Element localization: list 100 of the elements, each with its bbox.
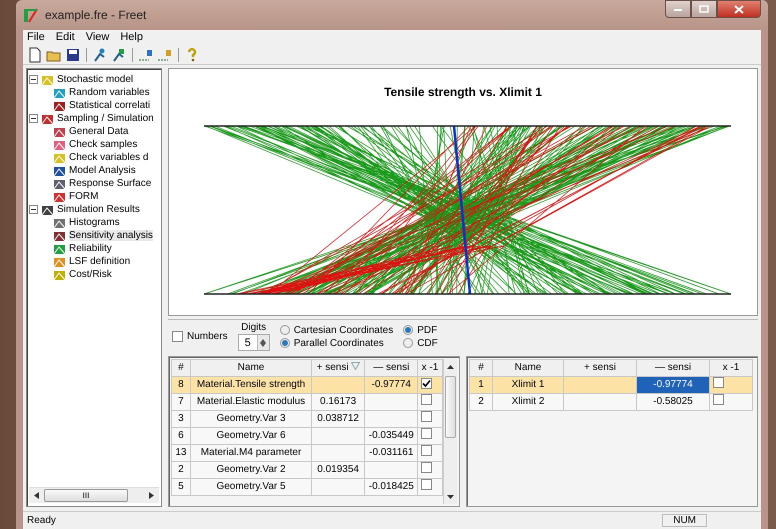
radio-label: PDF xyxy=(417,324,438,336)
minimize-icon xyxy=(673,6,683,12)
column-header[interactable]: Name xyxy=(238,362,264,373)
table-cell: -0.58025 xyxy=(636,394,710,410)
tool-icon xyxy=(53,242,66,254)
row-number: 7 xyxy=(172,394,190,410)
checkbox[interactable] xyxy=(421,462,432,473)
row-number: 6 xyxy=(172,428,190,444)
status-text: Ready xyxy=(27,515,56,526)
checkbox-label: Numbers xyxy=(187,331,228,342)
tool-icon xyxy=(53,256,66,268)
radio-button[interactable] xyxy=(280,325,290,335)
tree-item[interactable]: General Data xyxy=(69,126,128,137)
close-icon xyxy=(734,4,744,14)
checkbox[interactable] xyxy=(421,479,432,490)
close-button[interactable] xyxy=(717,0,761,18)
row-number: 1 xyxy=(470,376,492,394)
tree-item[interactable]: FORM xyxy=(69,191,98,202)
checkbox[interactable] xyxy=(172,331,183,342)
tree-item[interactable]: Response Surface xyxy=(69,178,152,189)
chart-title: Tensile strength vs. Xlimit 1 xyxy=(384,85,542,99)
menu-item[interactable]: Help xyxy=(120,31,143,45)
status-indicator: NUM xyxy=(662,514,707,527)
tool-icon xyxy=(53,178,66,190)
row-number: 13 xyxy=(172,444,190,462)
tool-icon xyxy=(53,164,66,176)
tool-icon xyxy=(53,230,66,242)
table-cell: -0.97774 xyxy=(636,376,710,394)
table-cell: Material.Tensile strength xyxy=(190,376,312,394)
row-number: 2 xyxy=(470,394,492,410)
tree-item[interactable]: Sampling / Simulation xyxy=(57,113,154,124)
window-title: example.fre - Freet xyxy=(45,8,148,22)
radio-label: CDF xyxy=(417,338,438,348)
tool-icon xyxy=(53,126,66,138)
checkbox[interactable] xyxy=(421,378,432,388)
table-cell: -0.035449 xyxy=(364,428,418,444)
tree-item[interactable]: Statistical correlati xyxy=(69,100,150,111)
table-cell: Geometry.Var 6 xyxy=(190,428,312,444)
tree-item[interactable]: Random variables xyxy=(69,87,150,98)
collapse-icon[interactable] xyxy=(29,205,38,214)
tree-item[interactable]: Reliability xyxy=(69,243,112,254)
radio-button[interactable] xyxy=(403,325,414,335)
tool-icon xyxy=(53,190,66,202)
table-cell xyxy=(312,478,365,496)
collapse-icon[interactable] xyxy=(29,114,38,123)
scrollbar-thumb[interactable] xyxy=(444,376,456,438)
tree-item[interactable]: Stochastic model xyxy=(57,74,134,85)
table-cell: -0.018425 xyxy=(364,478,418,496)
maximize-button[interactable] xyxy=(691,0,717,18)
scrollbar-thumb[interactable]: III xyxy=(44,489,128,502)
minimize-button[interactable] xyxy=(665,0,691,18)
tree-item[interactable]: Model Analysis xyxy=(69,165,136,176)
scroll-down-icon[interactable] xyxy=(446,494,454,498)
tree-item[interactable]: Cost/Risk xyxy=(69,269,112,280)
checkbox[interactable] xyxy=(421,394,432,405)
scroll-up-icon[interactable] xyxy=(446,364,454,368)
scroll-right-icon[interactable] xyxy=(149,492,154,499)
field-label: Digits xyxy=(241,322,266,333)
table-cell: Geometry.Var 2 xyxy=(190,462,312,478)
runner-icon[interactable] xyxy=(111,47,127,63)
scroll-left-icon[interactable] xyxy=(34,492,39,499)
table-cell: Xlimit 2 xyxy=(492,394,564,410)
save-icon[interactable] xyxy=(65,47,81,63)
tool-icon xyxy=(53,152,66,164)
menu-item[interactable]: Edit xyxy=(56,31,75,45)
radio-button[interactable] xyxy=(403,338,414,348)
table-cell xyxy=(312,428,365,444)
radio-label: Parallel Coordinates xyxy=(294,338,384,348)
checkbox[interactable] xyxy=(421,411,432,422)
new-file-icon[interactable] xyxy=(27,47,43,63)
tree-item[interactable]: Check samples xyxy=(69,139,138,150)
digits-spinner[interactable]: 5 xyxy=(238,334,270,351)
row-number: 5 xyxy=(172,478,190,496)
row-number: 8 xyxy=(172,376,190,394)
table-cell: 0.16173 xyxy=(312,394,365,410)
tool-icon xyxy=(53,216,66,228)
menu-item[interactable]: File xyxy=(27,31,45,45)
tool-icon xyxy=(53,100,66,112)
tool-icon xyxy=(53,268,66,280)
table-cell: -0.031161 xyxy=(364,444,418,462)
tree-item[interactable]: Simulation Results xyxy=(57,204,140,215)
row-number: 3 xyxy=(172,410,190,428)
checkbox[interactable] xyxy=(421,428,432,439)
tree-item[interactable]: Histograms xyxy=(69,217,120,228)
column-header[interactable]: # xyxy=(478,362,484,373)
tree-item[interactable]: Check variables d xyxy=(69,152,148,163)
checkbox[interactable] xyxy=(421,445,432,456)
tree-item[interactable]: Sensitivity analysis xyxy=(69,230,153,241)
table-cell: Material.M4 parameter xyxy=(190,444,312,462)
collapse-icon[interactable] xyxy=(29,75,38,84)
app-icon xyxy=(23,7,39,23)
menu-item[interactable]: View xyxy=(86,31,110,45)
table-cell xyxy=(312,444,365,462)
radio-button[interactable] xyxy=(280,338,290,348)
tree-item[interactable]: LSF definition xyxy=(69,256,130,267)
checkbox[interactable] xyxy=(713,377,724,388)
row-number: 2 xyxy=(172,462,190,478)
maximize-icon xyxy=(699,5,709,13)
tool-icon xyxy=(53,138,66,150)
checkbox[interactable] xyxy=(713,394,724,405)
